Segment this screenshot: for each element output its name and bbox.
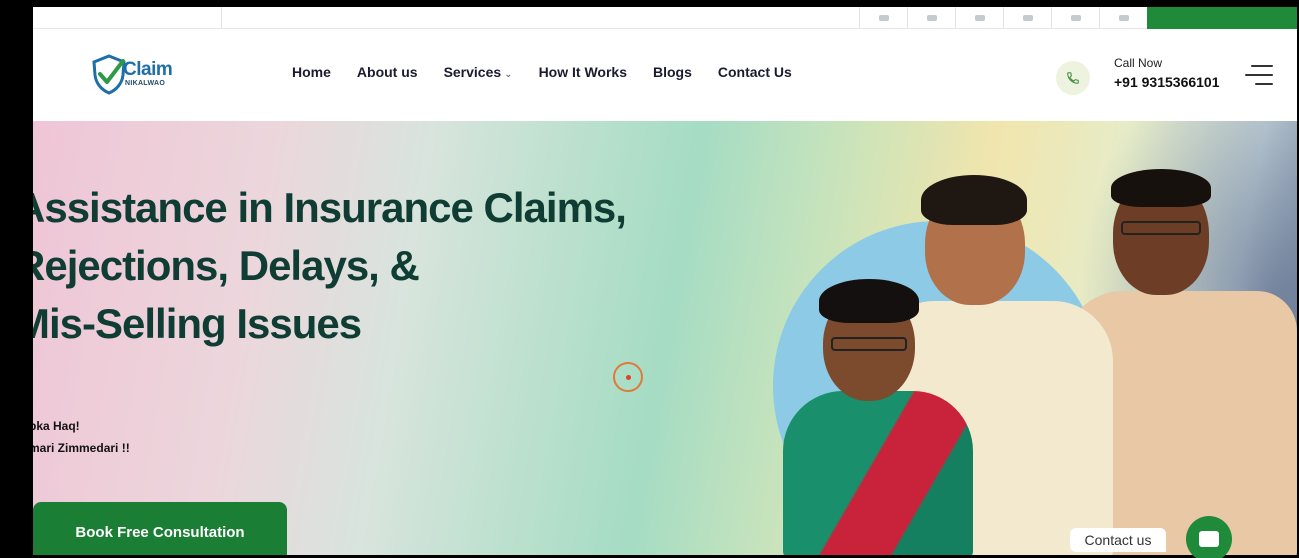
social-icon [1070, 15, 1081, 21]
social-link-4[interactable] [1003, 7, 1051, 29]
social-link-5[interactable] [1051, 7, 1099, 29]
site-logo[interactable]: Claim NIKALWAO [89, 53, 185, 97]
mother-hair [819, 279, 919, 323]
screen-frame: Claim NIKALWAO Home About us Services ⌄ H… [0, 0, 1299, 558]
nav-about-us[interactable]: About us [357, 64, 418, 80]
father-hair [1111, 169, 1211, 207]
phone-icon[interactable] [1056, 61, 1090, 95]
chat-glyph [1199, 531, 1219, 547]
book-consultation-button[interactable]: Book Free Consultation [33, 502, 287, 555]
social-link-2[interactable] [907, 7, 955, 29]
headline-line-3: Mis-Selling Issues [33, 300, 362, 347]
nav-blogs[interactable]: Blogs [653, 64, 692, 80]
mother-glasses [831, 337, 907, 351]
nav-home[interactable]: Home [292, 64, 331, 80]
social-icon [974, 15, 985, 21]
call-number-link[interactable]: +91 9315366101 [1114, 74, 1220, 90]
logo-wordmark: Claim [123, 59, 173, 80]
headline-line-1: Assistance in Insurance Claims, [33, 184, 627, 231]
primary-nav: Home About us Services ⌄ How It Works Blo… [292, 64, 818, 80]
hero-headline: Assistance in Insurance Claims, Rejectio… [33, 179, 627, 353]
tagline-line-1: pka Haq! [33, 419, 80, 433]
decorative-target-icon [613, 362, 643, 392]
social-link-3[interactable] [955, 7, 1003, 29]
father-glasses [1121, 221, 1201, 235]
hero-tagline: pka Haq! mari Zimmedari !! [33, 415, 130, 459]
main-navbar: Claim NIKALWAO Home About us Services ⌄ H… [33, 29, 1297, 121]
nav-contact-us[interactable]: Contact Us [718, 64, 792, 80]
top-utility-bar [33, 7, 1297, 29]
menu-line [1251, 65, 1273, 67]
headline-line-2: Rejections, Delays, & [33, 242, 420, 289]
social-icon [878, 15, 889, 21]
hero-family-image [763, 151, 1297, 555]
logo-subtitle: NIKALWAO [125, 80, 166, 87]
chat-icon[interactable] [1186, 516, 1232, 558]
phone-glyph [1067, 72, 1079, 84]
contact-us-bubble[interactable]: Contact us [1070, 528, 1166, 552]
social-icon [926, 15, 937, 21]
target-dot [625, 374, 631, 380]
topbar-action-button[interactable] [1147, 7, 1297, 29]
menu-line [1245, 74, 1273, 76]
son-hair [921, 175, 1027, 225]
mother-saree [783, 391, 973, 555]
hero-section: Assistance in Insurance Claims, Rejectio… [33, 121, 1297, 555]
tagline-line-2: mari Zimmedari !! [33, 441, 130, 455]
nav-how-it-works[interactable]: How It Works [539, 64, 627, 80]
nav-services[interactable]: Services ⌄ [444, 64, 513, 80]
menu-line [1255, 83, 1273, 85]
social-icon [1118, 15, 1129, 21]
call-now-label: Call Now [1114, 56, 1163, 70]
browser-viewport: Claim NIKALWAO Home About us Services ⌄ H… [33, 7, 1297, 555]
chevron-down-icon: ⌄ [504, 69, 513, 80]
nav-services-label: Services [443, 64, 502, 80]
hamburger-menu-icon[interactable] [1245, 63, 1273, 87]
social-icon [1022, 15, 1033, 21]
social-link-6[interactable] [1099, 7, 1147, 29]
topbar-divider [221, 7, 222, 29]
social-link-1[interactable] [859, 7, 907, 29]
